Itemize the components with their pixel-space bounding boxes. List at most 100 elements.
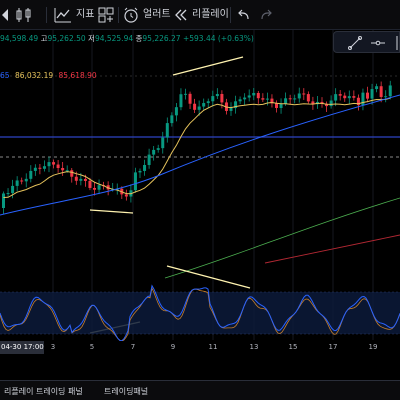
candle-body (70, 170, 74, 177)
trend-line-icon[interactable] (348, 36, 362, 50)
candle-body (338, 94, 342, 96)
candle-body (11, 185, 15, 194)
time-tick: 19 (368, 343, 378, 351)
candle-body (170, 115, 174, 124)
indicators-label: 지표 (76, 9, 95, 20)
candle-body (343, 95, 347, 99)
candle-body (79, 178, 83, 181)
candle-body (275, 103, 278, 108)
long-ma-line (164, 197, 400, 279)
time-tick: 5 (89, 343, 95, 351)
candle-body (306, 94, 310, 102)
time-tick: 13 (249, 343, 259, 351)
drawing-tools-panel (333, 31, 400, 53)
candle-body (347, 96, 351, 99)
candle-body (42, 166, 46, 169)
time-axis[interactable]: 04-30 17:00 3 5 7 9 11 13 15 17 19 (0, 341, 400, 354)
candle-body (88, 180, 92, 188)
grid-icon (98, 7, 114, 23)
ohlc-legend: 94,598.49 고95,262.50 저94,525.94 종95,226.… (0, 33, 254, 44)
toolbar-divider (46, 7, 47, 23)
trading-panel-tab[interactable]: 트레이딩패널 (104, 386, 148, 397)
candle-body (2, 193, 5, 208)
replay-button[interactable]: 리플레이 (174, 5, 229, 25)
candle-body (220, 93, 224, 103)
candle-body (184, 93, 187, 95)
time-tick: 15 (288, 343, 298, 351)
time-tick: 17 (328, 343, 338, 351)
arrow-left-icon[interactable] (2, 5, 8, 25)
toolbar-divider (118, 7, 119, 23)
ma-tail: 65 (0, 71, 10, 80)
candle-body (384, 96, 388, 98)
candle-body (33, 167, 37, 171)
high-value: 95,262.50 (47, 34, 86, 43)
candle-body (124, 194, 128, 197)
candle-body (229, 108, 233, 111)
bottom-panel-bar: 리플레이 트레이딩 패널 트레이딩패널 (0, 380, 400, 400)
candle-body (366, 92, 369, 99)
candles-icon (16, 8, 31, 22)
alarm-clock-icon (124, 7, 138, 23)
candle-body (147, 154, 151, 165)
candle-body (56, 164, 60, 168)
rewind-icon (175, 9, 187, 21)
alerts-button[interactable]: 얼러트 (123, 5, 171, 25)
candle-body (370, 89, 374, 99)
candle-body (143, 164, 147, 171)
short-ma-line (3, 97, 391, 198)
redo-icon (261, 9, 272, 20)
candle-body (256, 92, 260, 99)
replay-label: 리플레이 (192, 9, 229, 20)
candle-body (265, 98, 269, 100)
indicators-icon (54, 8, 71, 23)
ma-value-2: 85,618.90 (58, 71, 97, 80)
candle-body (93, 187, 96, 190)
trend-line-drawing (166, 265, 251, 289)
low-value: 94,525.94 (94, 34, 134, 43)
candle-body (238, 99, 242, 102)
candles-chart-type-button[interactable] (14, 5, 34, 25)
candle-body (29, 170, 33, 179)
candle-body (211, 96, 215, 102)
candle-body (179, 94, 183, 108)
ma-value-1: 86,032.19 (14, 71, 54, 80)
horizontal-line-icon[interactable] (371, 36, 385, 50)
alerts-label: 얼러트 (143, 9, 171, 20)
redo-button[interactable] (260, 5, 272, 25)
candle-body (197, 106, 201, 110)
trend-line-drawing (172, 56, 244, 76)
undo-button[interactable] (238, 5, 250, 25)
time-tick: 11 (208, 343, 218, 351)
vertical-line-icon[interactable] (390, 36, 400, 50)
candle-body (83, 178, 87, 181)
candle-body (388, 85, 392, 97)
chart-pane[interactable] (0, 30, 400, 380)
moving-average-legend: 65 86,032.19 85,618.90 (0, 71, 97, 80)
indicators-button[interactable]: 지표 (54, 5, 94, 25)
candle-body (215, 93, 219, 97)
candle-body (188, 93, 192, 104)
candle-body (24, 178, 28, 182)
undo-icon (238, 9, 249, 20)
time-tick: 3 (50, 343, 56, 351)
candle-body (65, 170, 69, 172)
open-value: 94,598.49 (0, 34, 39, 43)
candle-body (352, 96, 356, 98)
candle-body (6, 193, 10, 195)
candle-body (97, 185, 101, 190)
candle-body (74, 176, 78, 181)
replay-trading-panel-tab[interactable]: 리플레이 트레이딩 패널 (4, 386, 83, 397)
price-chart-canvas[interactable] (0, 30, 400, 380)
candle-body (334, 94, 338, 101)
candle-body (252, 92, 256, 96)
candle-body (206, 101, 210, 104)
candle-body (261, 98, 265, 100)
candle-body (47, 162, 51, 167)
close-value: 95,226.27 (142, 34, 181, 43)
layouts-button[interactable] (98, 5, 114, 25)
candle-body (152, 149, 156, 155)
candle-body (297, 93, 301, 99)
candle-body (138, 170, 142, 173)
time-tick: 9 (170, 343, 176, 351)
